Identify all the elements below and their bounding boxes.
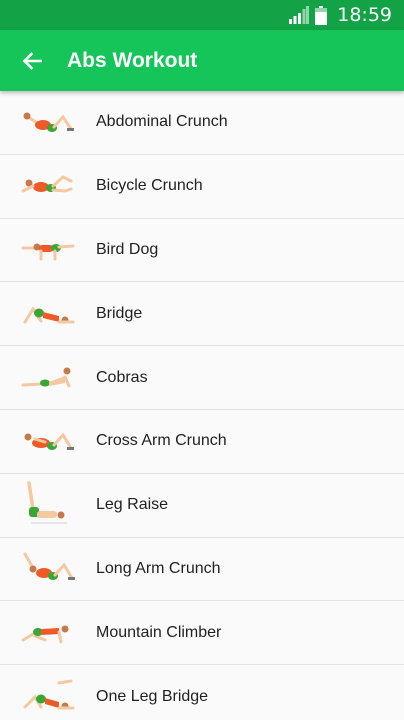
exercise-label: Cross Arm Crunch — [96, 432, 227, 450]
signal-icon — [289, 6, 310, 24]
bird-dog-illustration — [0, 219, 96, 282]
list-item-long-arm-crunch[interactable]: Long Arm Crunch — [0, 537, 404, 602]
list-item-cobras[interactable]: Cobras — [0, 346, 404, 410]
one-leg-bridge-illustration — [0, 665, 96, 720]
long-arm-crunch-illustration — [0, 537, 96, 600]
exercise-label: Bridge — [96, 304, 143, 322]
battery-icon — [315, 5, 328, 25]
list-item-bird-dog[interactable]: Bird Dog — [0, 218, 404, 283]
abdominal-crunch-illustration — [0, 91, 96, 154]
back-button[interactable] — [0, 30, 64, 91]
exercise-label: Bird Dog — [96, 240, 159, 258]
status-time: 18:59 — [337, 4, 392, 26]
mountain-climber-illustration — [0, 601, 96, 664]
exercise-label: One Leg Bridge — [96, 687, 209, 705]
page-title: Abs Workout — [67, 48, 198, 72]
bridge-illustration — [0, 282, 96, 345]
list-item-one-leg-bridge[interactable]: One Leg Bridge — [0, 665, 404, 720]
list-item-abdominal-crunch[interactable]: Abdominal Crunch — [0, 91, 404, 155]
exercise-list: Abdominal Crunch Bicycle Crunch Bird Dog… — [0, 91, 404, 720]
exercise-label: Mountain Climber — [96, 623, 222, 641]
leg-raise-illustration — [0, 474, 96, 537]
cobras-illustration — [0, 346, 96, 409]
bicycle-crunch-illustration — [0, 155, 96, 218]
arrow-back-icon — [22, 51, 42, 70]
list-item-bridge[interactable]: Bridge — [0, 282, 404, 347]
status-bar: 18:59 — [0, 0, 404, 30]
list-item-mountain-climber[interactable]: Mountain Climber — [0, 601, 404, 666]
list-item-leg-raise[interactable]: Leg Raise — [0, 473, 404, 538]
app-bar: Abs Workout — [0, 30, 404, 91]
exercise-label: Abdominal Crunch — [96, 113, 228, 131]
list-item-bicycle-crunch[interactable]: Bicycle Crunch — [0, 154, 404, 219]
cross-arm-crunch-illustration — [0, 410, 96, 473]
exercise-label: Cobras — [96, 368, 148, 386]
list-item-cross-arm-crunch[interactable]: Cross Arm Crunch — [0, 409, 404, 474]
exercise-label: Bicycle Crunch — [96, 177, 203, 195]
exercise-label: Leg Raise — [96, 496, 169, 514]
exercise-label: Long Arm Crunch — [96, 559, 221, 577]
